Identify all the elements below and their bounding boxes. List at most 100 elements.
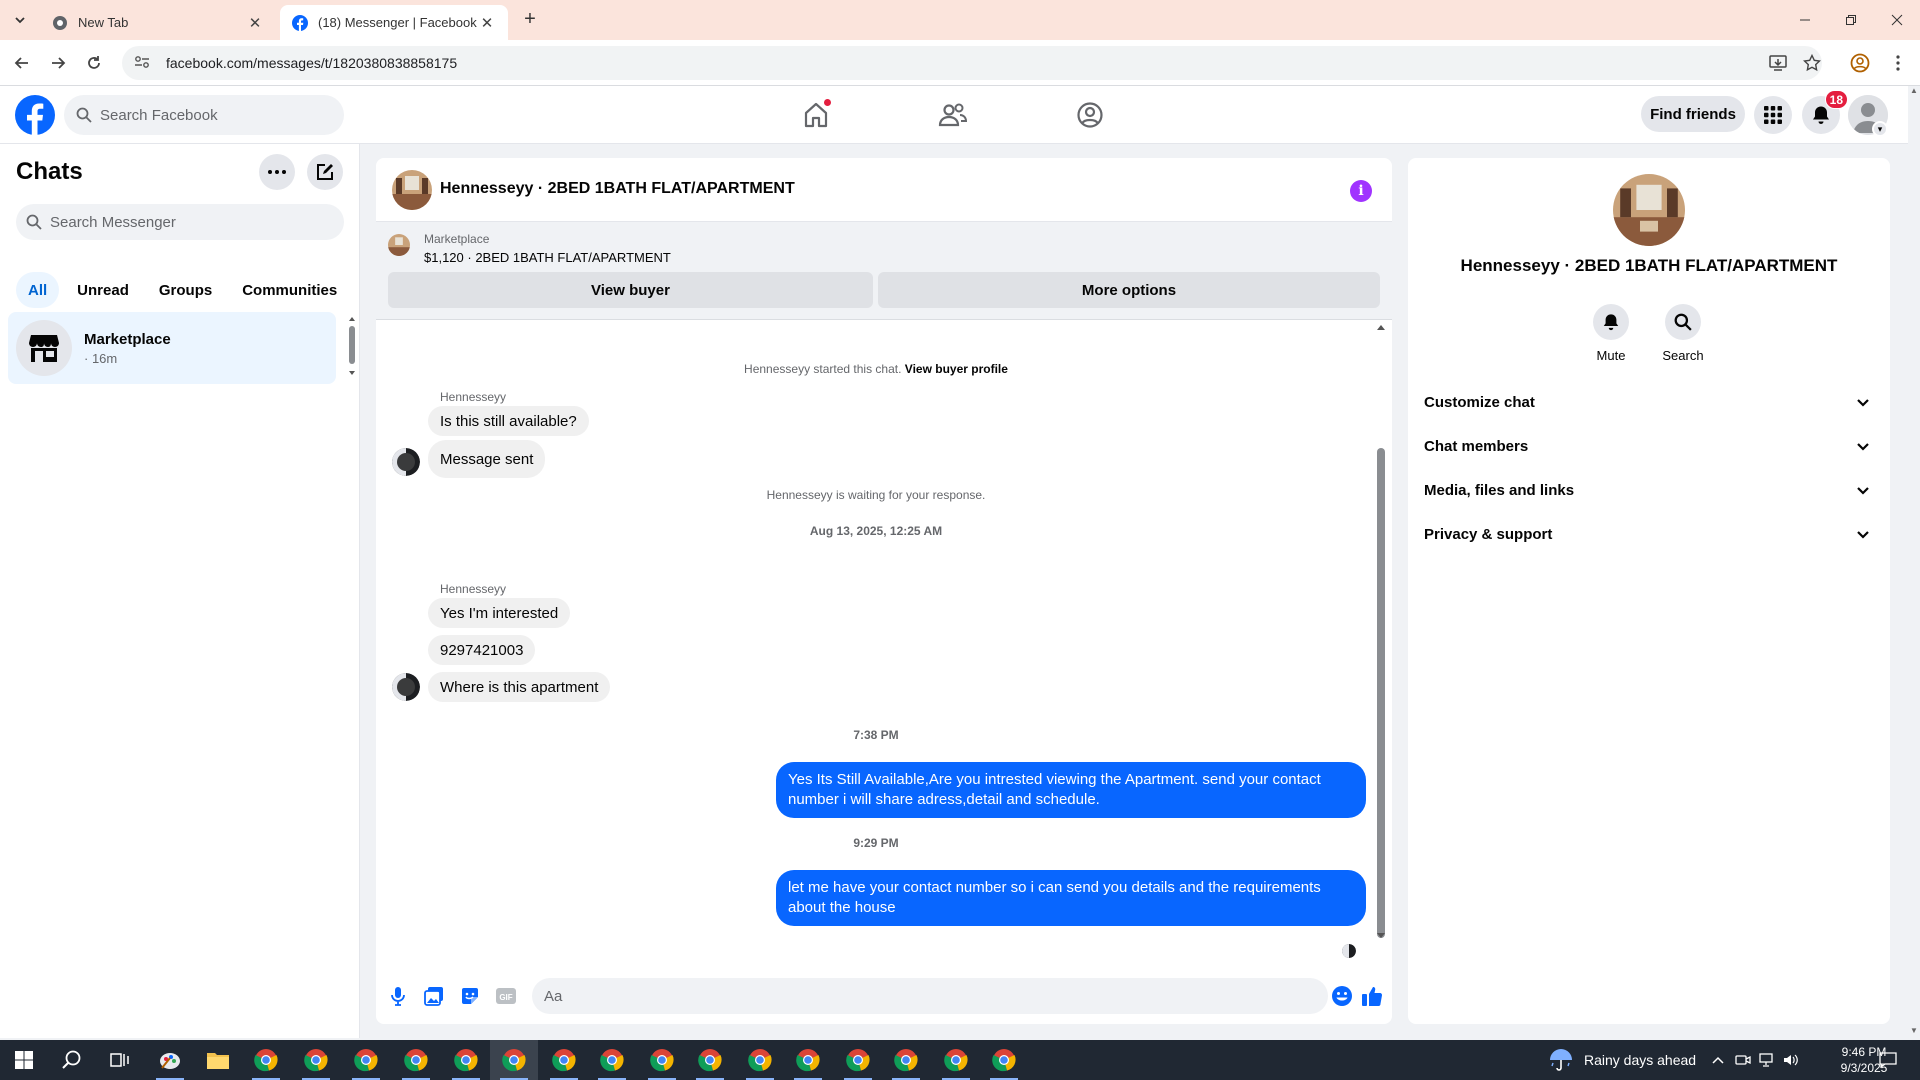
outgoing-message[interactable]: let me have your contact number so i can… [776, 870, 1366, 926]
forward-button[interactable] [44, 49, 72, 77]
nav-friends[interactable] [931, 93, 975, 137]
taskbar-app-chrome[interactable] [342, 1040, 390, 1080]
tab-new-tab[interactable]: New Tab ✕ [40, 5, 276, 40]
search-action[interactable]: Search [1653, 304, 1713, 363]
tray-network[interactable] [1756, 1040, 1778, 1080]
page-scroll-down-arrow[interactable]: ▼ [1908, 1026, 1920, 1038]
tray-volume[interactable] [1780, 1040, 1802, 1080]
notifications-button[interactable]: 18 [1802, 90, 1848, 134]
bookmark-button[interactable] [1798, 49, 1826, 77]
voice-clip-button[interactable] [386, 984, 410, 1008]
taskbar-app-file-explorer[interactable] [194, 1040, 242, 1080]
mute-action-button[interactable] [1593, 304, 1629, 340]
sidebar-scrollbar[interactable] [348, 314, 356, 378]
section-customize-chat[interactable]: Customize chat [1416, 380, 1882, 424]
taskbar-app-chrome[interactable] [932, 1040, 980, 1080]
address-bar[interactable]: facebook.com/messages/t/1820380838858175 [122, 46, 1822, 80]
taskbar-app-chrome[interactable] [588, 1040, 636, 1080]
message-input[interactable] [544, 987, 1284, 1005]
sender-avatar[interactable] [392, 448, 420, 476]
sender-avatar[interactable] [392, 673, 420, 701]
gif-button[interactable]: GIF [494, 984, 518, 1008]
conversation-avatar[interactable] [392, 170, 432, 210]
weather-widget[interactable]: Rainy days ahead [1548, 1040, 1696, 1080]
reload-button[interactable] [80, 49, 108, 77]
facebook-search-input[interactable] [100, 106, 320, 124]
taskbar-app-chrome[interactable] [784, 1040, 832, 1080]
outgoing-message[interactable]: Yes Its Still Available,Are you intreste… [776, 762, 1366, 818]
attach-media-button[interactable] [422, 984, 446, 1008]
chat-info-avatar[interactable] [1613, 174, 1685, 246]
incoming-message[interactable]: Where is this apartment [428, 672, 611, 702]
section-media-files-links[interactable]: Media, files and links [1416, 468, 1882, 512]
view-buyer-button[interactable]: View buyer [388, 272, 873, 308]
taskbar-app-paint[interactable] [146, 1040, 194, 1080]
close-icon[interactable]: ✕ [478, 14, 496, 32]
section-privacy-support[interactable]: Privacy & support [1416, 512, 1882, 556]
message-input-wrapper[interactable] [532, 978, 1328, 1014]
task-view-button[interactable] [96, 1040, 144, 1080]
close-window-button[interactable] [1874, 0, 1920, 40]
incoming-message[interactable]: Message sent [428, 440, 546, 478]
tab-messenger[interactable]: (18) Messenger | Facebook ✕ [280, 5, 508, 40]
minimize-button[interactable] [1782, 0, 1828, 40]
taskbar-search-button[interactable] [48, 1040, 96, 1080]
filter-groups[interactable]: Groups [147, 272, 224, 308]
install-app-button[interactable] [1764, 49, 1792, 77]
taskbar-app-chrome[interactable] [442, 1040, 490, 1080]
new-tab-button[interactable]: + [516, 8, 544, 32]
mute-action[interactable]: Mute [1581, 304, 1641, 363]
listing-price-title[interactable]: $1,120 · 2BED 1BATH FLAT/APARTMENT [424, 250, 671, 265]
taskbar-app-chrome-active[interactable] [490, 1040, 538, 1080]
chats-options-button[interactable] [259, 154, 295, 190]
taskbar-app-chrome[interactable] [540, 1040, 588, 1080]
taskbar-app-chrome[interactable] [638, 1040, 686, 1080]
filter-all[interactable]: All [16, 272, 60, 308]
page-scroll-up-arrow[interactable]: ▲ [1908, 86, 1920, 100]
taskbar-app-chrome[interactable] [242, 1040, 290, 1080]
taskbar-app-chrome[interactable] [736, 1040, 784, 1080]
info-icon[interactable]: i [1350, 180, 1372, 202]
emoji-button[interactable] [1330, 984, 1354, 1008]
nav-home[interactable] [794, 93, 838, 137]
like-button[interactable] [1360, 984, 1384, 1008]
profile-button[interactable] [1846, 49, 1874, 77]
view-buyer-profile-link[interactable]: View buyer profile [905, 362, 1008, 376]
close-icon[interactable]: ✕ [246, 14, 264, 32]
chat-item-marketplace[interactable]: Marketplace · 16m [8, 312, 336, 384]
taskbar-app-chrome[interactable] [980, 1040, 1028, 1080]
messenger-search[interactable] [16, 204, 344, 240]
restore-button[interactable] [1828, 0, 1874, 40]
chevron-down-icon[interactable]: ▾ [1872, 121, 1888, 137]
filter-unread[interactable]: Unread [65, 272, 141, 308]
site-settings-icon[interactable] [134, 55, 154, 72]
browser-menu-button[interactable] [1884, 49, 1912, 77]
taskbar-app-chrome[interactable] [292, 1040, 340, 1080]
taskbar-app-chrome[interactable] [686, 1040, 734, 1080]
more-options-button[interactable]: More options [878, 272, 1380, 308]
start-button[interactable] [0, 1040, 48, 1080]
action-center-button[interactable] [1870, 1040, 1906, 1080]
conversation-scrollbar[interactable] [1374, 320, 1388, 950]
conversation-title[interactable]: Hennesseyy · 2BED 1BATH FLAT/APARTMENT [440, 180, 795, 198]
taskbar-app-chrome[interactable] [392, 1040, 440, 1080]
nav-profile[interactable] [1068, 93, 1112, 137]
sticker-button[interactable] [458, 984, 482, 1008]
incoming-message[interactable]: 9297421003 [428, 635, 536, 665]
show-hidden-icons[interactable] [1708, 1040, 1728, 1080]
tab-search-dropdown[interactable] [8, 8, 32, 32]
tray-meet-now[interactable] [1732, 1040, 1754, 1080]
menu-button[interactable] [1754, 96, 1792, 134]
incoming-message[interactable]: Is this still available? [428, 406, 589, 436]
facebook-logo-icon[interactable] [15, 95, 55, 135]
messenger-search-input[interactable] [50, 213, 320, 231]
find-friends-button[interactable]: Find friends [1641, 96, 1745, 132]
new-message-button[interactable] [307, 154, 343, 190]
search-action-button[interactable] [1665, 304, 1701, 340]
filter-communities[interactable]: Communities [230, 272, 349, 308]
incoming-message[interactable]: Yes I'm interested [428, 598, 571, 628]
taskbar-app-chrome[interactable] [882, 1040, 930, 1080]
facebook-search[interactable] [64, 95, 344, 135]
back-button[interactable] [8, 49, 36, 77]
taskbar-app-chrome[interactable] [834, 1040, 882, 1080]
